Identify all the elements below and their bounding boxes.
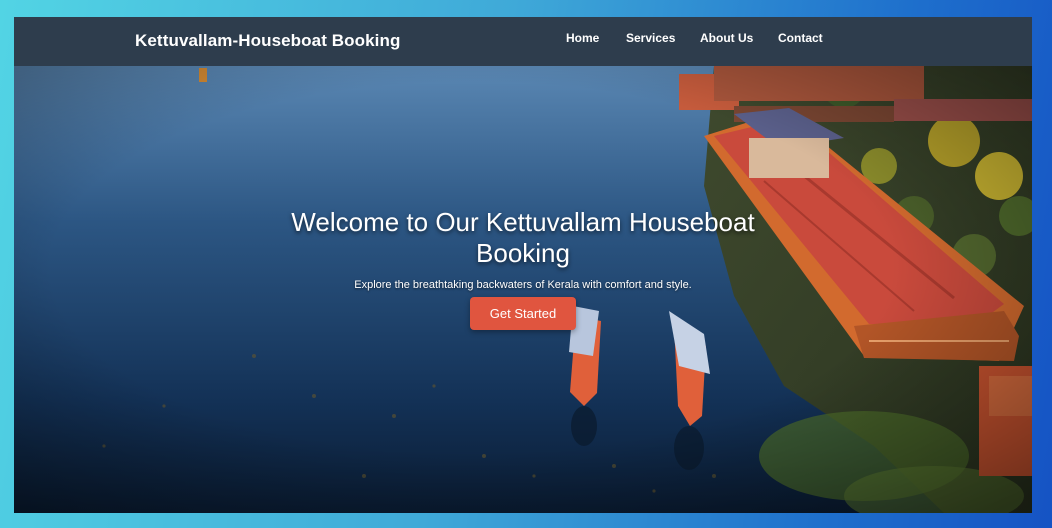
navbar: Kettuvallam-Houseboat Booking Home Servi… — [14, 17, 1032, 66]
browser-viewport: Welcome to Our Kettuvallam Houseboat Boo… — [14, 17, 1032, 513]
hero-background-photo: Welcome to Our Kettuvallam Houseboat Boo… — [14, 64, 1032, 513]
nav-services[interactable]: Services — [626, 31, 675, 45]
hero-subtitle: Explore the breathtaking backwaters of K… — [354, 279, 692, 291]
get-started-button[interactable]: Get Started — [469, 297, 577, 330]
main-nav: Home Services About Us Contact — [14, 31, 1032, 47]
nav-about-us[interactable]: About Us — [700, 31, 753, 45]
hero-content: Welcome to Our Kettuvallam Houseboat Boo… — [14, 207, 1032, 330]
hero-title: Welcome to Our Kettuvallam Houseboat Boo… — [291, 207, 755, 268]
nav-home[interactable]: Home — [566, 31, 599, 45]
nav-contact[interactable]: Contact — [778, 31, 823, 45]
